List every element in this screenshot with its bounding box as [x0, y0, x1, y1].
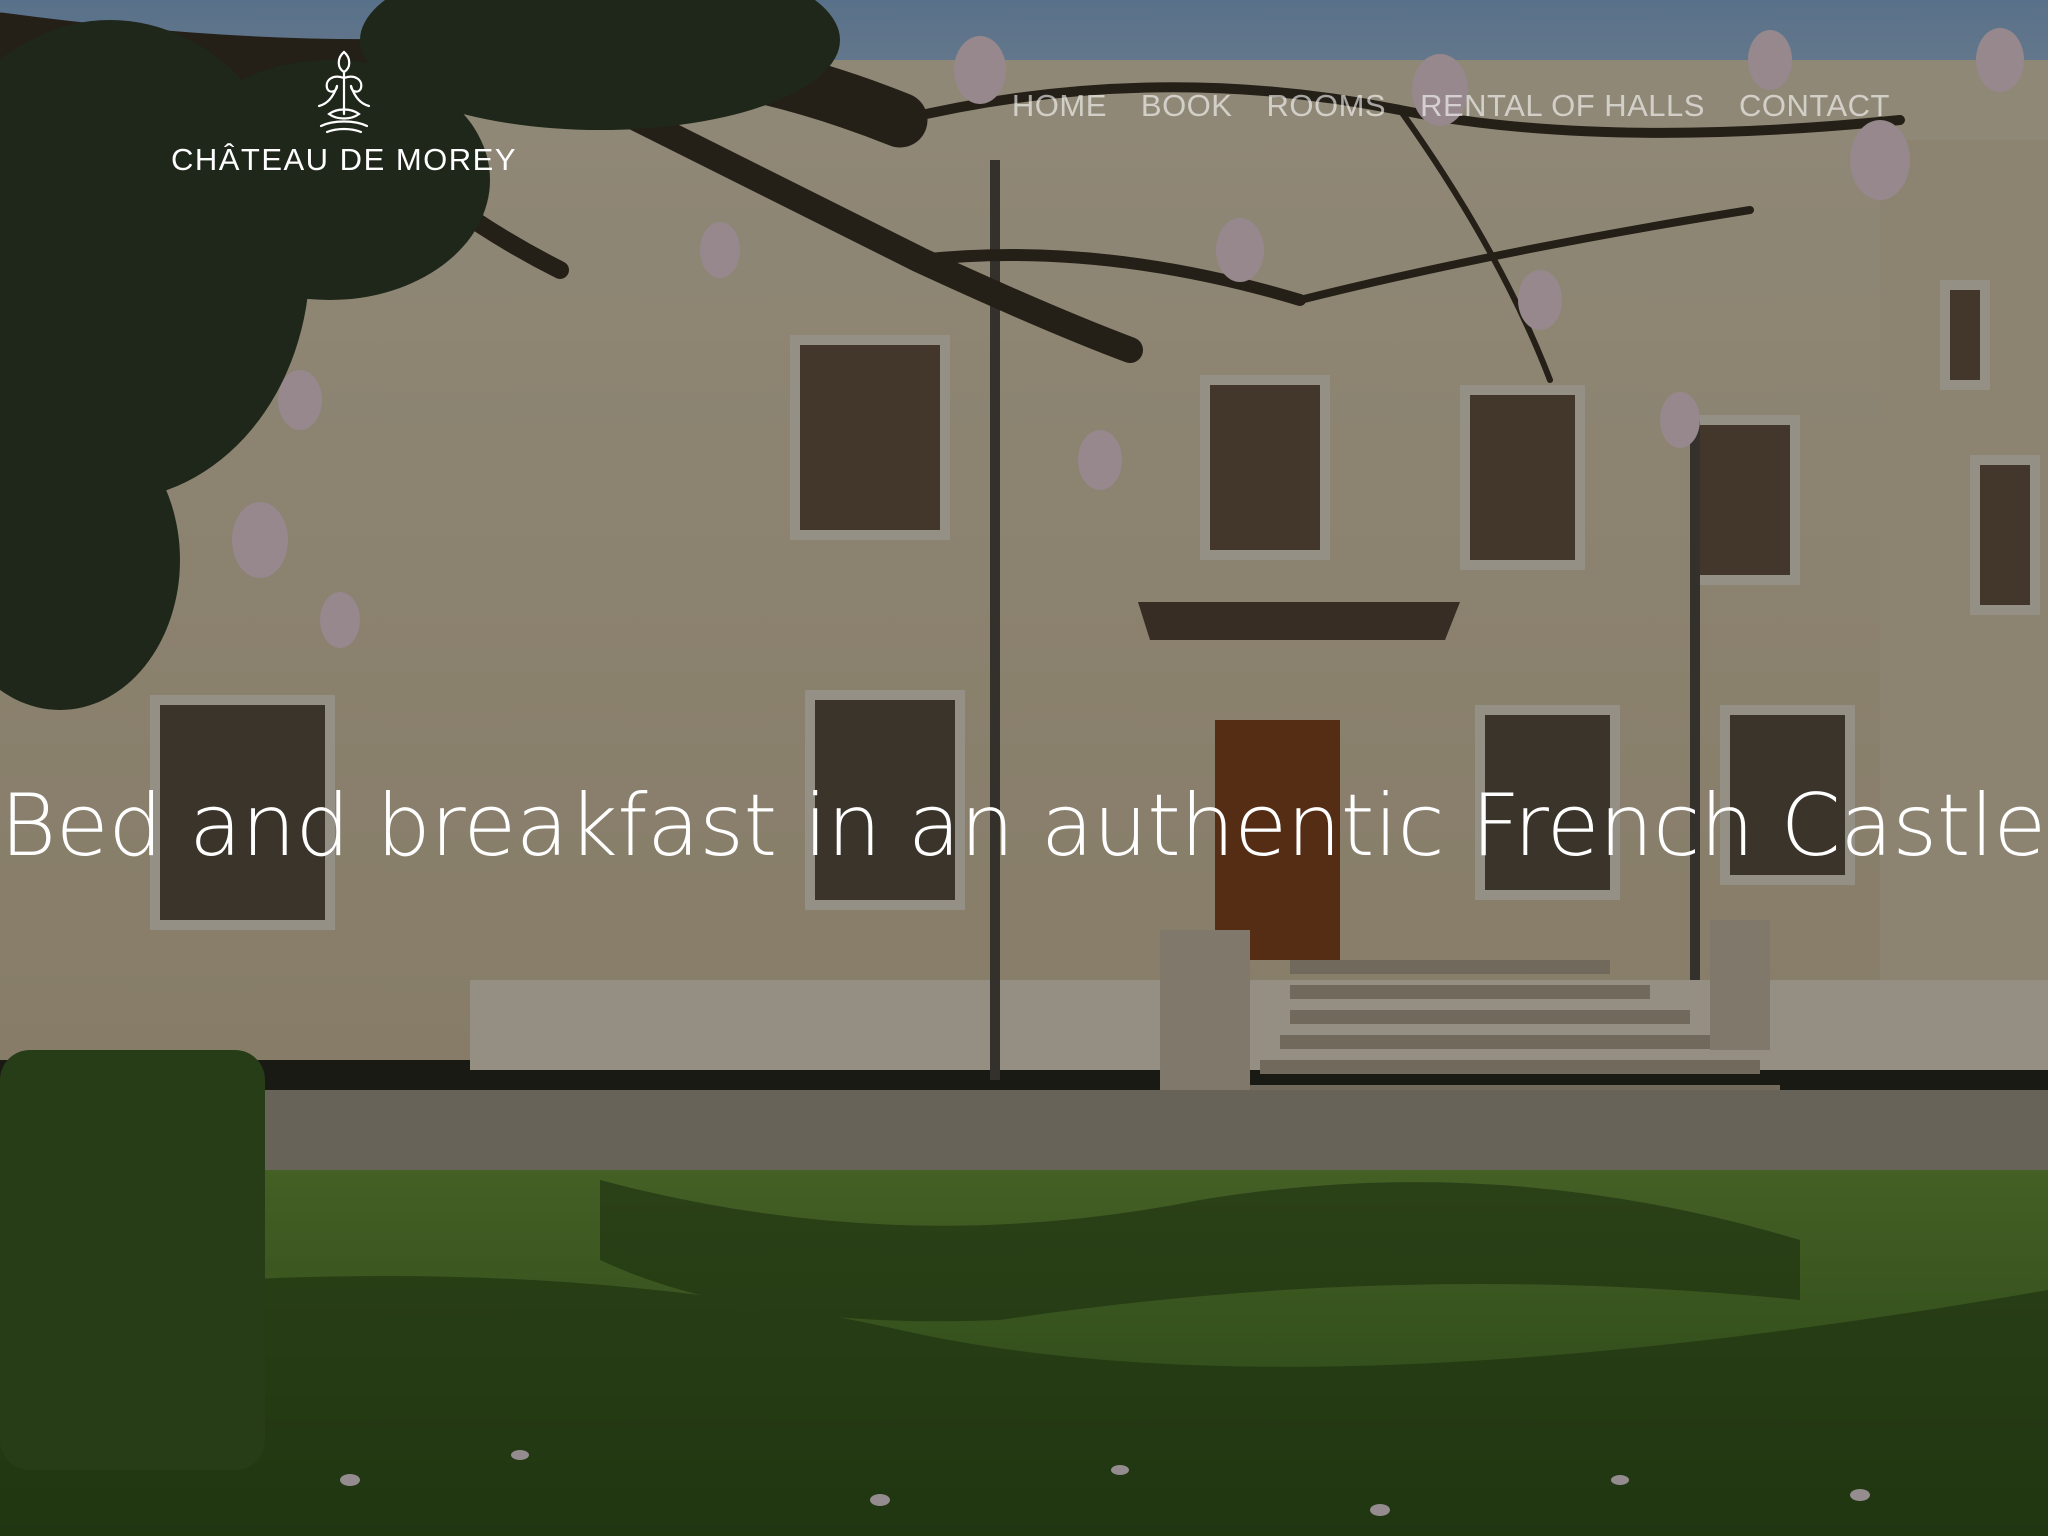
nav-item-rental-of-halls[interactable]: RENTAL OF HALLS: [1420, 88, 1705, 124]
site-logo-text: CHÂTEAU DE MOREY: [170, 142, 518, 177]
nav-item-rooms[interactable]: ROOMS: [1266, 88, 1386, 124]
hero-dark-overlay: [0, 0, 2048, 1536]
main-nav: HOME BOOK ROOMS RENTAL OF HALLS CONTACT: [1012, 88, 1890, 124]
nav-item-book[interactable]: BOOK: [1141, 88, 1233, 124]
nav-item-contact[interactable]: CONTACT: [1739, 88, 1890, 124]
hero-headline-text: Bed and breakfast in an authentic French…: [0, 775, 2046, 876]
hero-headline: Bed and breakfast in an authentic French…: [0, 776, 2048, 876]
nav-item-home[interactable]: HOME: [1012, 88, 1107, 124]
hero-section: CHÂTEAU DE MOREY HOME BOOK ROOMS RENTAL …: [0, 0, 2048, 1536]
site-logo[interactable]: CHÂTEAU DE MOREY: [160, 48, 528, 178]
fleur-crest-icon: [317, 50, 371, 134]
